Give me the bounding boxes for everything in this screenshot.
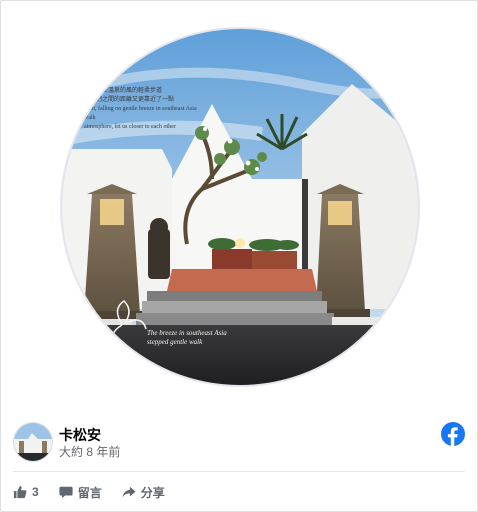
divider xyxy=(13,471,465,472)
share-button[interactable]: 分享 xyxy=(122,484,165,501)
thumbs-up-icon xyxy=(13,485,27,499)
facebook-icon[interactable] xyxy=(441,422,465,446)
comment-icon xyxy=(59,486,73,499)
action-bar: 3 留言 分享 xyxy=(13,481,185,503)
post-timestamp[interactable]: 大約 8 年前 xyxy=(59,443,120,460)
share-icon xyxy=(122,486,136,498)
post-card: 在卡松安溫泉的風的輕柔步道 讓我們之間的距離又更靠近了一點 light, fal… xyxy=(0,0,478,512)
caption-line: walk xyxy=(84,115,96,121)
like-count: 3 xyxy=(32,485,39,499)
like-button[interactable]: 3 xyxy=(13,485,39,499)
comment-label: 留言 xyxy=(77,485,102,500)
author-avatar[interactable] xyxy=(13,422,53,462)
post-header: 卡松安 大約 8 年前 xyxy=(13,422,467,462)
caption-line: The breeze in southeast Asia xyxy=(147,329,227,337)
caption-line: 在卡松安溫泉的風的輕柔步道 xyxy=(84,88,163,94)
author-name[interactable]: 卡松安 xyxy=(59,425,101,445)
photo-caption-bottom: The breeze in southeast Asia stepped gen… xyxy=(147,329,227,347)
share-label: 分享 xyxy=(140,485,165,500)
photo-caption-top: 在卡松安溫泉的風的輕柔步道 讓我們之間的距離又更靠近了一點 light, fal… xyxy=(84,87,234,132)
caption-line: stepped gentle walk xyxy=(147,338,203,346)
caption-line: light, falling on gentle breeze in south… xyxy=(84,106,197,112)
avatar-image xyxy=(14,423,52,461)
caption-line: 讓我們之間的距離又更靠近了一點 xyxy=(84,97,175,103)
post-photo[interactable]: 在卡松安溫泉的風的輕柔步道 讓我們之間的距離又更靠近了一點 light, fal… xyxy=(62,29,418,385)
comment-button[interactable]: 留言 xyxy=(59,484,102,501)
courtyard-photo xyxy=(62,29,418,385)
caption-line: atmosphere, let us closer to each other xyxy=(84,124,176,130)
